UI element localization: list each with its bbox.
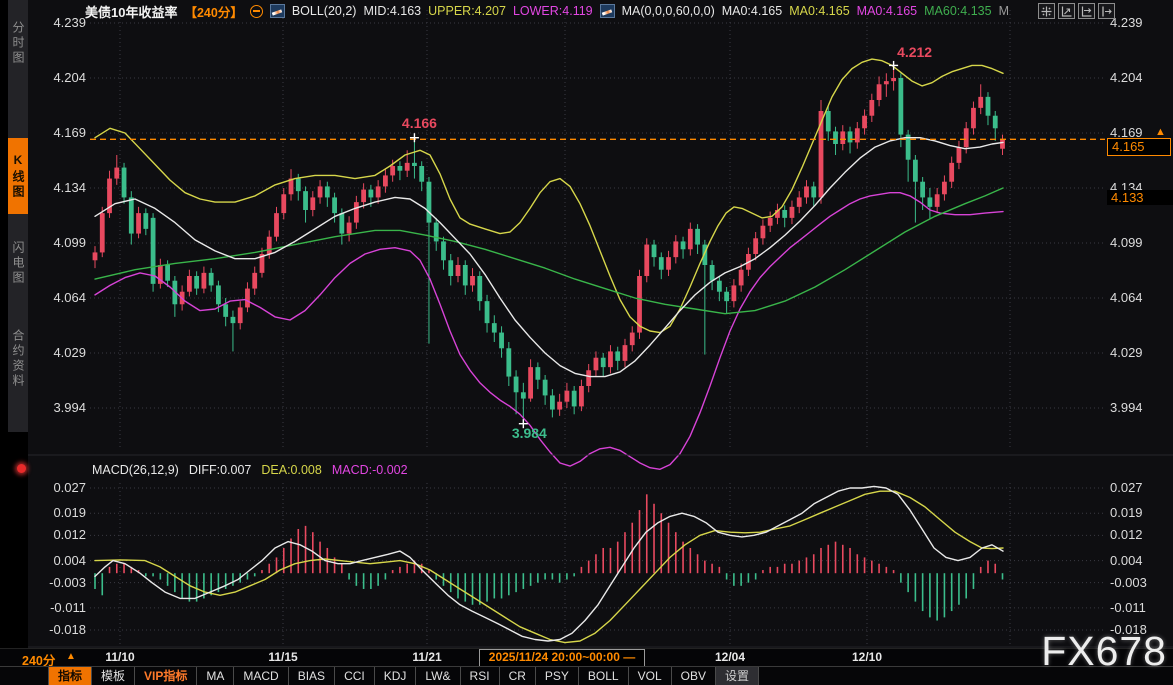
toolbar-item-BOLL[interactable]: BOLL [579, 667, 629, 685]
toolbar-item-RSI[interactable]: RSI [461, 667, 500, 685]
ma-chart-icon[interactable] [600, 4, 615, 18]
price-axis-label-left: 4.029 [30, 345, 86, 361]
price-axis-label-right: 4.029 [1110, 345, 1170, 361]
toolbar-item-KDJ[interactable]: KDJ [375, 667, 417, 685]
toolbar-item-MACD[interactable]: MACD [234, 667, 288, 685]
boll-lower-value: LOWER:4.119 [513, 4, 593, 18]
toolbar-item-MA[interactable]: MA [197, 667, 234, 685]
date-tick: 11/10 [105, 650, 134, 664]
watermark: FX678 [1041, 628, 1167, 675]
macd-axis-label-right: 0.012 [1110, 527, 1170, 543]
price-axis-label-left: 4.064 [30, 290, 86, 306]
ma0-white-value: MA0:4.165 [722, 4, 782, 18]
period-arrow-icon[interactable]: ▲ [66, 651, 76, 662]
macd-dea-value: DEA:0.008 [261, 463, 321, 477]
selected-date-range: 2025/11/24 20:00~00:00 — [479, 649, 645, 667]
pan-right-icon[interactable] [1098, 3, 1115, 19]
sidebar-tab-分时图[interactable]: 分时图 [8, 6, 28, 80]
toolbar-item-PSY[interactable]: PSY [536, 667, 579, 685]
price-axis-label-left: 4.099 [30, 235, 86, 251]
toolbar-item-LW&[interactable]: LW& [416, 667, 460, 685]
toolbar-item-OBV[interactable]: OBV [672, 667, 716, 685]
price-axis-label-left: 4.239 [30, 15, 86, 31]
macd-axis-label-right: 0.027 [1110, 480, 1170, 496]
price-axis-label-left: 4.134 [30, 180, 86, 196]
price-axis-label-left: 4.204 [30, 70, 86, 86]
ma0-magenta-value: MA0:4.165 [857, 4, 917, 18]
toolbar-item-设置[interactable]: 设置 [716, 667, 759, 685]
macd-axis-label-left: 0.019 [30, 505, 86, 521]
boll-chart-icon[interactable] [270, 4, 285, 18]
scroll-up-arrow-icon[interactable]: ▲ [1155, 126, 1166, 138]
period-badge: 【240分】 [184, 2, 242, 21]
toolbar-item-VOL[interactable]: VOL [629, 667, 672, 685]
toolbar-item-CCI[interactable]: CCI [335, 667, 375, 685]
svg-text:3.984: 3.984 [512, 425, 547, 441]
zoom-in-icon[interactable] [1058, 3, 1075, 19]
date-tick: 11/21 [412, 650, 441, 664]
chart-header: 美债10年收益率 【240分】 BOLL(20,2) MID:4.163 UPP… [85, 2, 1009, 20]
zoom-out-icon[interactable] [1078, 3, 1095, 19]
ma60-value: MA60:4.135 [924, 4, 991, 18]
macd-axis-label-left: -0.011 [30, 600, 86, 616]
price-axis-label-left: 3.994 [30, 400, 86, 416]
macd-axis-label-left: 0.004 [30, 553, 86, 569]
instrument-title: 美债10年收益率 [85, 2, 177, 21]
current-price-tag: 4.165 [1107, 138, 1171, 156]
boll-label: BOLL(20,2) [292, 4, 357, 18]
ma-label: MA(0,0,0,60,0,0) [622, 4, 715, 18]
m-suffix: M [999, 4, 1009, 18]
chart-tools [1038, 3, 1115, 19]
price-axis-label-right: 4.204 [1110, 70, 1170, 86]
price-axis-label-right: 4.064 [1110, 290, 1170, 306]
boll-upper-value: UPPER:4.207 [428, 4, 506, 18]
macd-axis-label-left: -0.018 [30, 622, 86, 638]
toolbar-item-BIAS[interactable]: BIAS [289, 667, 335, 685]
date-tick: 11/15 [268, 650, 297, 664]
date-tick: 12/10 [852, 650, 882, 664]
macd-axis-label-left: 0.027 [30, 480, 86, 496]
date-axis: 240分 ▲ 2025/11/24 20:00~00:00 — 11/1011/… [0, 648, 1173, 667]
macd-axis-label-right: -0.011 [1110, 600, 1170, 616]
macd-axis-label-right: -0.003 [1110, 575, 1170, 591]
sidebar: 分时图 K线图闪电图合约资料 [0, 0, 28, 648]
ma0-yellow-value: MA0:4.165 [789, 4, 849, 18]
macd-axis-label-right: 0.004 [1110, 553, 1170, 569]
toolbar-item-模板[interactable]: 模板 [92, 667, 135, 685]
alert-dot-icon [17, 464, 26, 473]
sidebar-tab-合约资料[interactable]: 合约资料 [8, 308, 28, 410]
sidebar-tab-K线图[interactable]: K线图 [8, 138, 28, 214]
macd-macd-value: MACD:-0.002 [332, 463, 408, 477]
indicator-toolbar: 指标模板VIP指标MAMACDBIASCCIKDJLW&RSICRPSYBOLL… [0, 666, 1173, 685]
svg-text:4.166: 4.166 [402, 115, 437, 131]
svg-text:4.212: 4.212 [897, 44, 932, 60]
macd-axis-label-left: 0.012 [30, 527, 86, 543]
price-axis-label-left: 4.169 [30, 125, 86, 141]
price-axis-label-right: 4.099 [1110, 235, 1170, 251]
toolbar-item-VIP指标[interactable]: VIP指标 [135, 667, 197, 685]
chart-application: 4.166 4.212 3.984 分时图 K线图闪电图合约资料 美债10年收益率 【… [0, 0, 1173, 685]
macd-legend: MACD(26,12,9) DIFF:0.007 DEA:0.008 MACD:… [92, 463, 408, 477]
secondary-price-tag: 4.133 [1107, 190, 1173, 205]
macd-axis-label-left: -0.003 [30, 575, 86, 591]
macd-name: MACD(26,12,9) [92, 463, 179, 477]
crosshair-move-icon[interactable] [1038, 3, 1055, 19]
macd-axis-label-right: 0.019 [1110, 505, 1170, 521]
toolbar-item-指标[interactable]: 指标 [48, 667, 92, 685]
price-axis-label-right: 4.239 [1110, 15, 1170, 31]
main-chart[interactable]: 4.166 4.212 3.984 [0, 0, 1173, 685]
price-axis-label-right: 3.994 [1110, 400, 1170, 416]
sidebar-tab-闪电图[interactable]: 闪电图 [8, 224, 28, 302]
date-tick: 12/04 [715, 650, 745, 664]
macd-diff-value: DIFF:0.007 [189, 463, 252, 477]
toolbar-item-CR[interactable]: CR [500, 667, 536, 685]
collapse-icon[interactable] [250, 5, 263, 18]
candles [93, 65, 1005, 423]
boll-mid-value: MID:4.163 [363, 4, 421, 18]
